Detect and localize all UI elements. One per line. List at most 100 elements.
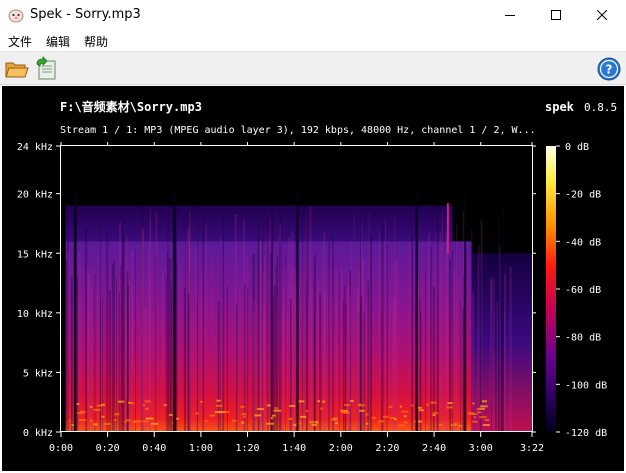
spectrogram-striation [222, 218, 225, 432]
db-tick-label: -100 dB [565, 380, 607, 391]
spectrogram-energy-speck [411, 404, 414, 407]
spectrogram-striation [91, 285, 93, 432]
db-tick-label: -120 dB [565, 428, 607, 439]
spectrogram-striation [161, 270, 164, 432]
spectrogram-plot [65, 193, 532, 432]
spectrogram-striation [94, 274, 96, 432]
spectrogram-striation [427, 233, 430, 432]
spectrogram-energy-speck [144, 400, 151, 403]
spectrogram-striation [291, 231, 294, 432]
spectrogram-energy-speck [141, 420, 149, 423]
spectrogram-energy-speck [398, 424, 406, 427]
spectrogram-energy-speck [378, 420, 385, 423]
spectrogram-striation [499, 246, 501, 432]
spectrogram-striation [383, 240, 385, 432]
spectrogram-energy-speck [150, 422, 158, 425]
spectrogram-energy-speck [472, 402, 475, 405]
db-color-scale [546, 146, 556, 432]
open-file-button[interactable] [3, 56, 29, 82]
spectrogram-striation [84, 228, 88, 432]
spectrogram-striation [437, 248, 439, 432]
time-tick-label: 2:40 [422, 443, 446, 454]
spectrogram-energy-speck [257, 408, 264, 411]
spectrogram-energy-speck [450, 424, 455, 427]
spectrogram-striation [116, 277, 117, 432]
help-button[interactable]: ? [596, 56, 622, 82]
save-icon [36, 56, 56, 80]
spectrogram-striation [317, 281, 319, 432]
spectrogram-energy-speck [394, 418, 397, 421]
spectrogram-gap [172, 193, 177, 432]
spectrogram-striation [286, 307, 288, 432]
spectrogram-energy-speck [403, 415, 407, 418]
spectrogram-canvas: F:\音频素材\Sorry.mp3 Stream 1 / 1: MP3 (MPE… [17, 99, 617, 454]
spectrogram-striation [259, 240, 262, 432]
spectrogram-striation [490, 277, 492, 432]
spectrogram-striation [279, 224, 282, 432]
spectrogram-energy-speck [388, 405, 393, 408]
spectrogram-striation [477, 246, 480, 432]
menu-help[interactable]: 帮助 [84, 33, 108, 50]
spectrogram-energy-speck [314, 421, 319, 424]
spectrogram-energy-speck [401, 410, 409, 413]
spectrogram-striation [472, 291, 475, 432]
spectrogram-view: F:\音频素材\Sorry.mp3 Stream 1 / 1: MP3 (MPE… [2, 86, 624, 471]
spectrogram-energy-speck [89, 405, 93, 408]
spectrogram-energy-speck [118, 400, 125, 403]
spectrogram-energy-speck [403, 421, 408, 424]
spectrogram-striation [332, 236, 334, 432]
minimize-button[interactable] [487, 0, 533, 30]
spectrogram-energy-speck [399, 405, 402, 408]
spectrogram-energy-speck [364, 413, 369, 416]
menu-edit[interactable]: 编辑 [46, 33, 70, 50]
menu-file[interactable]: 文件 [8, 33, 32, 50]
time-tick-label: 0:20 [96, 443, 120, 454]
close-button[interactable] [579, 0, 625, 30]
spectrogram-striation [147, 242, 149, 432]
spectrogram-striation [456, 224, 458, 432]
spectrogram-energy-speck [344, 411, 350, 414]
spectrogram-energy-speck [224, 410, 230, 413]
spectrogram-striation [212, 258, 214, 432]
spectrogram-energy-speck [204, 419, 208, 422]
spectrogram-striation [302, 211, 303, 432]
spectrogram-gap [415, 193, 418, 432]
spectrogram-energy-speck [195, 412, 199, 415]
spectrogram-energy-speck [297, 400, 305, 403]
time-tick-label: 1:40 [282, 443, 306, 454]
spectrogram-striation [319, 293, 322, 432]
spectrogram-striation [264, 253, 265, 432]
spectrogram-striation [108, 290, 111, 432]
spectrogram-energy-speck [430, 401, 437, 404]
spectrogram-striation [329, 268, 331, 432]
spectrogram-striation [243, 283, 246, 432]
db-axis: 0 dB -20 dB -40 dB -60 dB -80 dB -100 dB -120 … [556, 142, 607, 439]
spectrogram-striation [323, 292, 326, 432]
spectrogram-striation [465, 251, 467, 432]
spectrogram-energy-speck [266, 404, 271, 407]
spectrogram-energy-speck [168, 413, 173, 416]
spectrogram-energy-speck [199, 400, 204, 403]
spectrogram-energy-speck [365, 422, 369, 425]
spectrogram-energy-speck [426, 403, 430, 406]
maximize-button[interactable] [533, 0, 579, 30]
spectrogram-energy-speck [93, 423, 98, 426]
spectrogram-striation [420, 310, 422, 432]
save-button[interactable] [33, 56, 59, 82]
spectrogram-striation [338, 271, 340, 432]
spectrogram-energy-speck [457, 424, 463, 427]
spectrogram-energy-speck [163, 404, 167, 407]
spectrogram-energy-speck [93, 408, 101, 411]
spectrogram-energy-speck [432, 412, 439, 415]
spectrogram-gap [464, 193, 466, 432]
file-path-label: F:\音频素材\Sorry.mp3 [60, 99, 202, 114]
spectrogram-striation [86, 268, 89, 432]
time-tick-label: 3:00 [469, 443, 493, 454]
spectrogram-striation [439, 232, 442, 432]
spectrogram-energy-speck [240, 405, 245, 408]
spectrogram-energy-speck [254, 414, 262, 417]
spectrogram-striation [284, 268, 286, 432]
spectrogram-striation [309, 206, 312, 432]
spectrogram-striation [479, 269, 482, 432]
spectrogram-striation [197, 290, 199, 432]
